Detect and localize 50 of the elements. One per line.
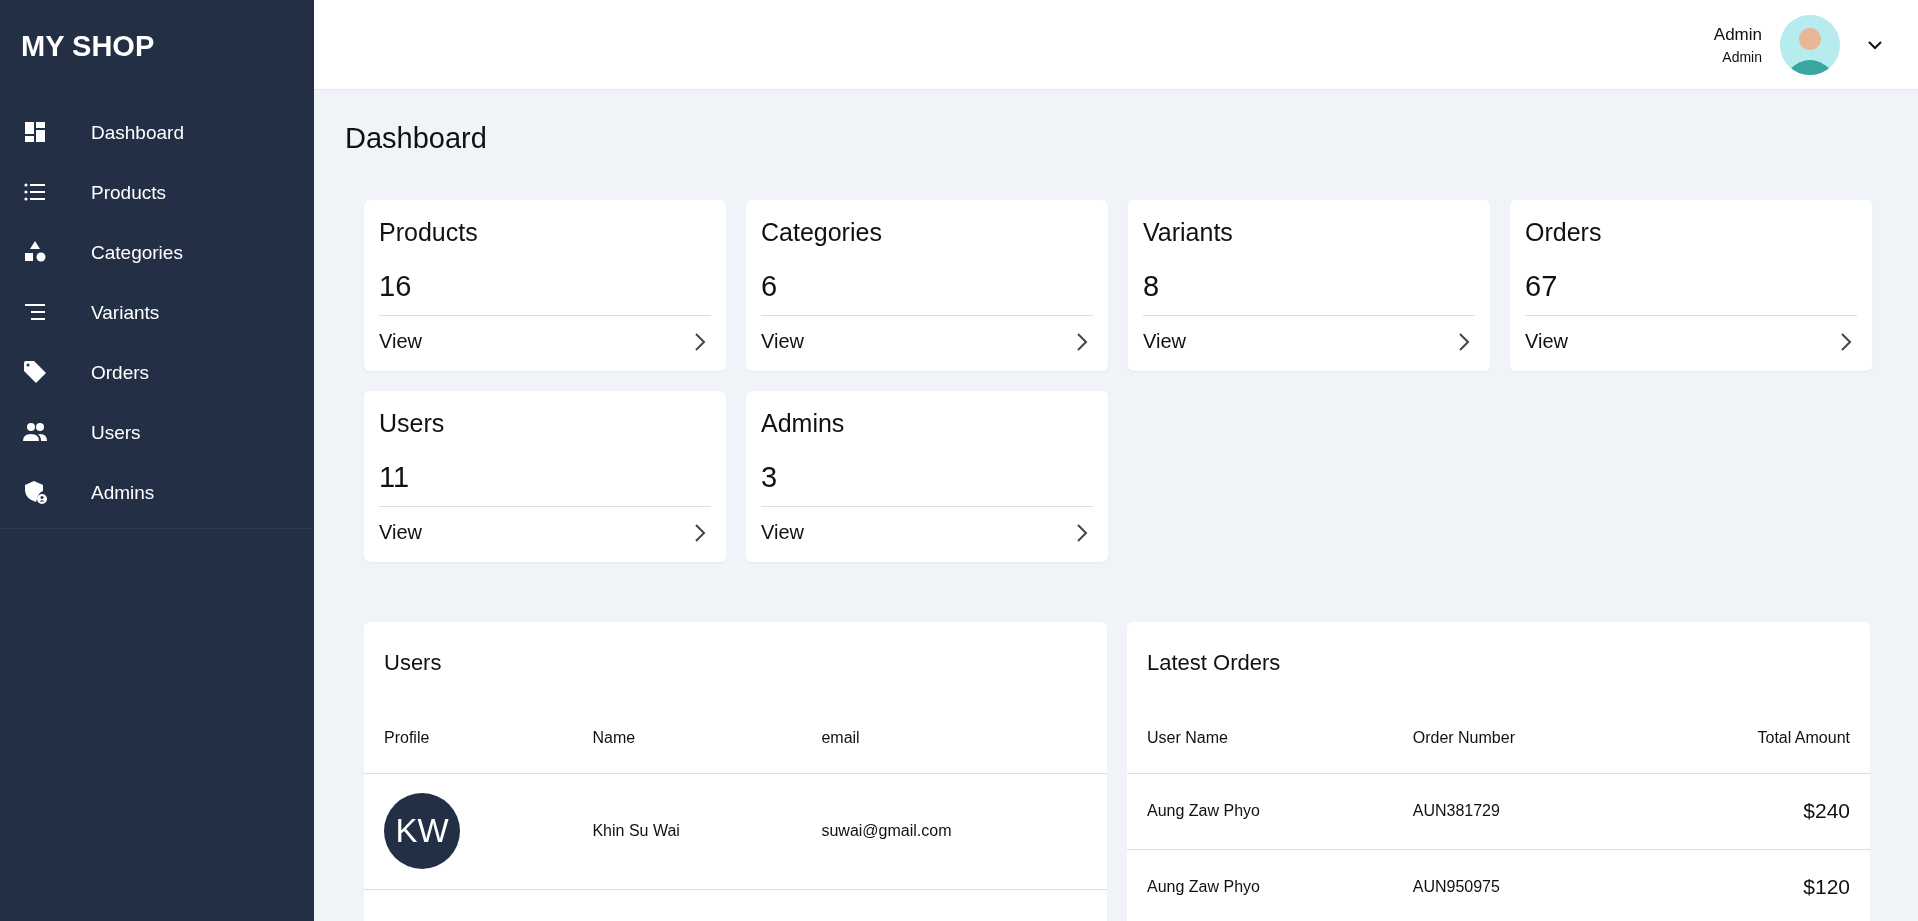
- card-label: Users: [379, 409, 446, 438]
- view-link[interactable]: View: [379, 521, 422, 544]
- view-link[interactable]: View: [761, 330, 804, 353]
- card-label: Admins: [761, 409, 846, 438]
- table-cell: suwai@gmail.com: [801, 773, 1107, 889]
- view-link[interactable]: View: [1143, 330, 1186, 353]
- card-count: 8: [1143, 270, 1161, 304]
- column-header: Profile: [364, 704, 573, 773]
- user-name: Admin: [1713, 24, 1762, 45]
- card-label: Variants: [1143, 218, 1234, 247]
- page-title: Dashboard: [345, 122, 488, 155]
- sidebar-item[interactable]: Products: [0, 162, 314, 222]
- table-cell: Khin Su Wai: [572, 773, 802, 889]
- card-label: Products: [379, 218, 479, 247]
- sidebar-item[interactable]: Variants: [0, 282, 314, 342]
- view-link[interactable]: View: [379, 330, 422, 353]
- table-cell: AUN381729: [1392, 773, 1640, 849]
- table-cell: Aung Zaw Phyo: [1127, 773, 1393, 849]
- card-count: 6: [761, 270, 779, 304]
- sidebar-item[interactable]: Categories: [0, 222, 314, 282]
- sidebar-item[interactable]: Users: [0, 402, 314, 462]
- card-count: 3: [761, 461, 779, 495]
- table-cell: Aung Zaw Phyo: [1127, 849, 1393, 921]
- view-link[interactable]: View: [1525, 330, 1568, 353]
- user-role: Admin: [1722, 48, 1762, 65]
- card-count: 16: [379, 270, 413, 304]
- card-label: Orders: [1525, 218, 1603, 247]
- card-count: 67: [1525, 270, 1559, 304]
- sidebar-item[interactable]: Admins: [0, 462, 314, 522]
- card-count: 11: [379, 461, 411, 495]
- table-cell: AUN950975: [1392, 849, 1640, 921]
- panel-title: Latest Orders: [1147, 650, 1282, 677]
- dashboard-icon: [22, 119, 48, 145]
- table-cell: $120: [1639, 849, 1870, 921]
- panel-title: Users: [384, 650, 443, 677]
- column-header: Total Amount: [1639, 704, 1870, 773]
- column-header: User Name: [1127, 704, 1393, 773]
- avatar-initials: KW: [384, 793, 460, 869]
- avatar-icon[interactable]: [1780, 14, 1840, 75]
- column-header: Name: [572, 704, 802, 773]
- column-header: Order Number: [1392, 704, 1640, 773]
- logo-text: MY SHOP: [20, 29, 156, 64]
- table-cell: $240: [1639, 773, 1870, 849]
- sidebar-item[interactable]: Orders: [0, 342, 314, 402]
- column-header: email: [801, 704, 1107, 773]
- card-label: Categories: [761, 218, 883, 247]
- view-link[interactable]: View: [761, 521, 804, 544]
- shield-icon: [22, 479, 48, 505]
- tag-icon: [22, 359, 48, 385]
- sidebar-item[interactable]: Dashboard: [0, 102, 314, 162]
